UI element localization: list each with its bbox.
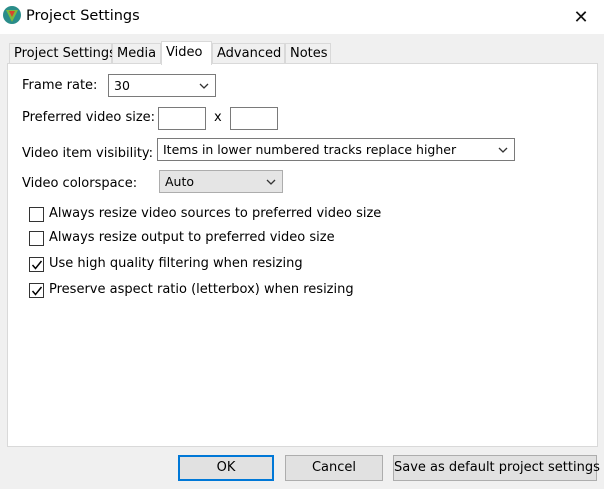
cancel-button[interactable]: Cancel: [285, 455, 383, 481]
high-quality-filtering-label: Use high quality filtering when resizing: [49, 256, 303, 271]
tab-label: Project Settings: [14, 46, 116, 61]
tab-video[interactable]: Video: [161, 41, 212, 65]
colorspace-combo[interactable]: Auto: [159, 170, 283, 193]
title-bar: Project Settings ✕: [0, 0, 604, 34]
tab-advanced[interactable]: Advanced: [212, 43, 285, 64]
preferred-width-input[interactable]: [158, 107, 206, 130]
colorspace-value: Auto: [165, 174, 195, 189]
chevron-down-icon: [498, 147, 508, 153]
frame-rate-value: 30: [114, 78, 130, 93]
checkmark-icon: [31, 260, 43, 270]
close-icon: ✕: [573, 6, 589, 28]
tab-notes[interactable]: Notes: [285, 43, 331, 64]
tab-label: Media: [117, 46, 157, 61]
tab-media[interactable]: Media: [112, 43, 161, 64]
visibility-label: Video item visibility:: [22, 146, 154, 161]
tab-label: Advanced: [217, 46, 282, 61]
close-button[interactable]: ✕: [558, 0, 604, 34]
ok-button[interactable]: OK: [178, 455, 274, 481]
preserve-aspect-checkbox[interactable]: [29, 283, 44, 298]
preferred-height-input[interactable]: [230, 107, 278, 130]
resize-output-checkbox[interactable]: [29, 231, 44, 246]
resize-output-label: Always resize output to preferred video …: [49, 230, 335, 245]
colorspace-label: Video colorspace:: [22, 176, 138, 191]
chevron-down-icon: [266, 179, 276, 185]
frame-rate-combo[interactable]: 30: [108, 74, 216, 97]
resize-sources-label: Always resize video sources to preferred…: [49, 206, 382, 221]
high-quality-filtering-checkbox[interactable]: [29, 257, 44, 272]
size-separator: x: [214, 110, 222, 125]
visibility-combo[interactable]: Items in lower numbered tracks replace h…: [157, 138, 515, 161]
chevron-down-icon: [199, 83, 209, 89]
tab-label: Video: [166, 45, 203, 60]
tab-label: Notes: [290, 46, 328, 61]
visibility-value: Items in lower numbered tracks replace h…: [163, 142, 457, 157]
window-title: Project Settings: [26, 8, 140, 24]
checkmark-icon: [31, 286, 43, 296]
tab-project-settings[interactable]: Project Settings: [9, 43, 116, 64]
frame-rate-label: Frame rate:: [22, 78, 98, 93]
preferred-size-label: Preferred video size:: [22, 110, 156, 125]
save-as-default-button[interactable]: Save as default project settings: [393, 455, 600, 481]
reaper-app-icon: [2, 5, 22, 25]
resize-sources-checkbox[interactable]: [29, 207, 44, 222]
video-settings-panel: Frame rate: 30 Preferred video size: x V…: [7, 63, 598, 447]
preserve-aspect-label: Preserve aspect ratio (letterbox) when r…: [49, 282, 354, 297]
